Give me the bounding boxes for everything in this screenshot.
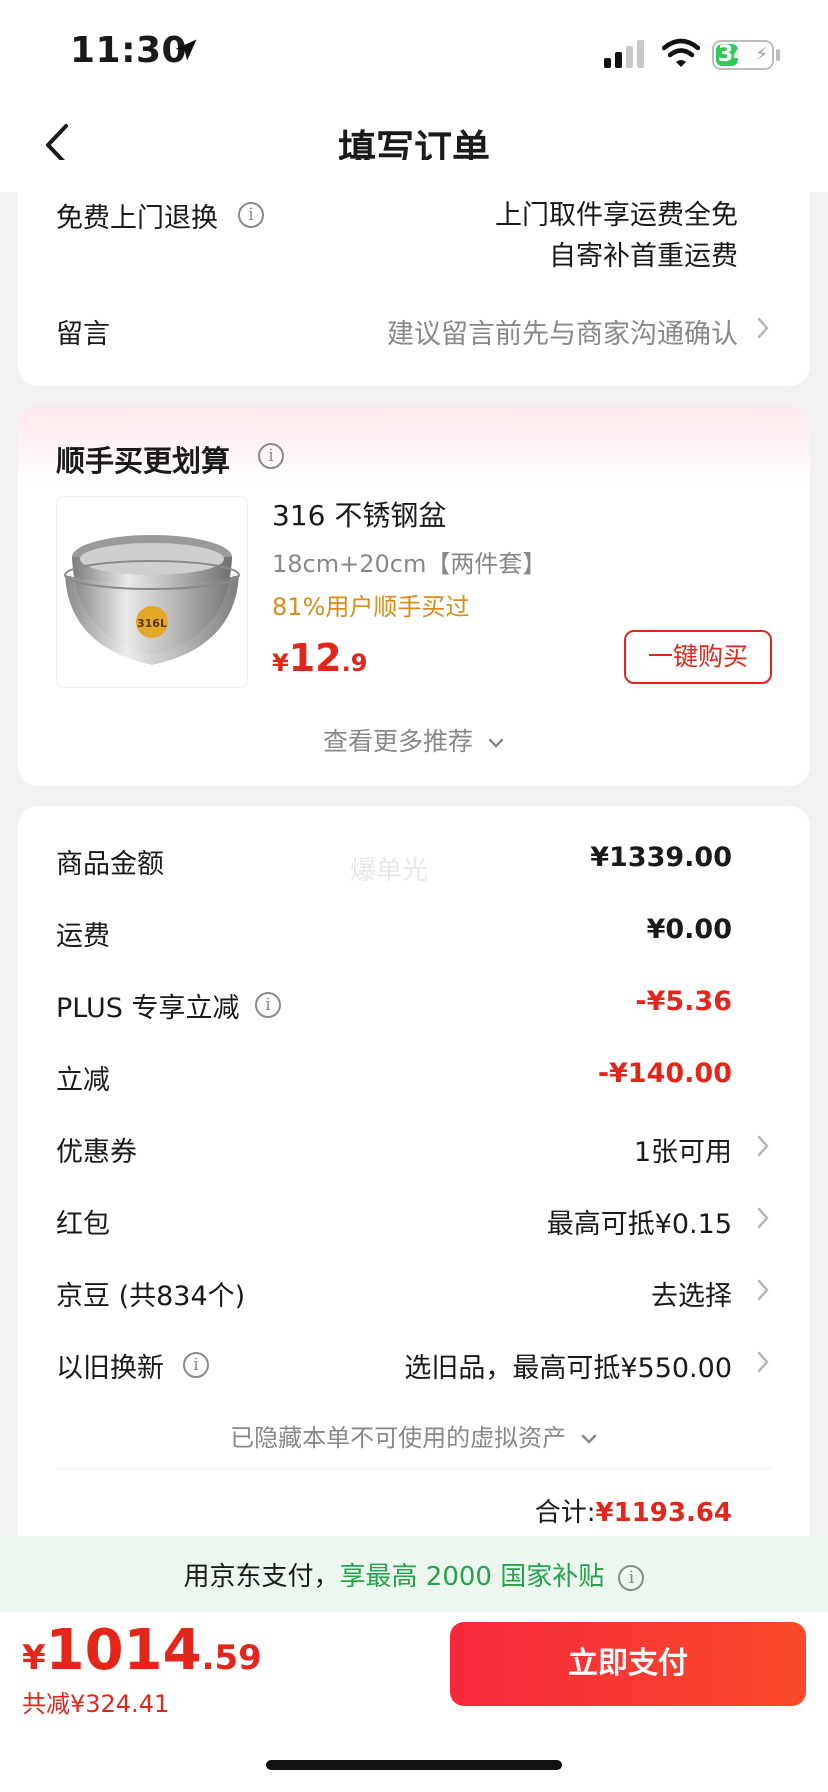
plus-discount-value: -¥5.36 xyxy=(635,986,732,1017)
price-integer: 12 xyxy=(288,636,342,680)
info-icon[interactable]: i xyxy=(618,1564,645,1591)
battery-cap xyxy=(776,49,780,61)
info-icon[interactable]: i xyxy=(258,443,284,469)
status-time: 11:30 xyxy=(70,30,188,71)
total-label: 合计: xyxy=(534,1498,596,1528)
battery-icon: 34 ⚡ xyxy=(712,40,774,70)
goods-amount-value: ¥1339.00 xyxy=(590,842,732,873)
product-price: ¥12.9 xyxy=(272,636,367,680)
chevron-right-icon[interactable] xyxy=(756,316,770,340)
product-name[interactable]: 316 不锈钢盆 xyxy=(272,494,446,534)
product-spec: 18cm+20cm【两件套】 xyxy=(272,550,547,578)
final-price: ¥1014.59 xyxy=(22,1618,262,1683)
steel-bowl-image: 316L xyxy=(64,535,240,665)
total-row: 合计:¥1193.64 xyxy=(420,1492,732,1529)
price-decimal: .9 xyxy=(341,649,368,677)
wifi-icon xyxy=(662,38,700,67)
price-symbol: ¥ xyxy=(272,649,289,677)
info-icon[interactable]: i xyxy=(255,992,281,1018)
divider xyxy=(56,1468,772,1469)
total-saved: 共减¥324.41 xyxy=(22,1690,170,1718)
chevron-right-icon[interactable] xyxy=(756,1134,770,1158)
jd-pay-subsidy: 享最高 2000 国家补贴 xyxy=(339,1562,605,1592)
shipping-label: 运费 xyxy=(56,921,110,952)
hidden-assets-label: 已隐藏本单不可使用的虚拟资产 xyxy=(230,1424,567,1452)
product-image[interactable]: 316L xyxy=(56,496,248,688)
chevron-right-icon[interactable] xyxy=(756,1278,770,1302)
coupon-label: 优惠券 xyxy=(56,1137,137,1168)
plus-discount-label: PLUS 专享立减 xyxy=(56,993,240,1024)
final-price-symbol: ¥ xyxy=(22,1638,46,1678)
svg-text:316L: 316L xyxy=(137,617,167,630)
hidden-assets-toggle[interactable]: 已隐藏本单不可使用的虚拟资产 xyxy=(0,1418,828,1453)
battery-level: 34 xyxy=(718,42,749,67)
jd-beans-value[interactable]: 去选择 xyxy=(420,1274,732,1313)
pay-now-button[interactable]: 立即支付 xyxy=(450,1622,806,1706)
red-packet-value[interactable]: 最高可抵¥0.15 xyxy=(420,1202,732,1241)
cellular-signal-icon xyxy=(604,40,644,68)
shipping-value: ¥0.00 xyxy=(646,914,732,945)
jd-beans-label: 京豆 (共834个) xyxy=(56,1281,246,1312)
jd-pay-text: 用京东支付，享最高 2000 国家补贴 i xyxy=(0,1556,828,1593)
trade-in-value[interactable]: 选旧品，最高可抵¥550.00 xyxy=(330,1346,732,1385)
info-icon[interactable]: i xyxy=(183,1352,209,1378)
chevron-right-icon[interactable] xyxy=(756,1350,770,1374)
total-value: ¥1193.64 xyxy=(595,1498,732,1528)
instant-discount-value: -¥140.00 xyxy=(597,1058,732,1089)
message-input[interactable]: 建议留言前先与商家沟通确认 xyxy=(320,312,738,351)
watermark-text: 爆单光 xyxy=(350,856,429,886)
info-icon[interactable]: i xyxy=(238,202,264,228)
home-indicator xyxy=(266,1760,562,1770)
product-tag: 81%用户顺手买过 xyxy=(272,593,470,621)
trade-in-label: 以旧换新 xyxy=(56,1353,164,1384)
free-return-line2: 自寄补首重运费 xyxy=(549,241,738,272)
location-arrow-icon xyxy=(175,39,197,61)
chevron-right-icon[interactable] xyxy=(756,1206,770,1230)
one-click-buy-button[interactable]: 一键购买 xyxy=(624,630,772,684)
chevron-down-icon xyxy=(488,738,504,748)
chevron-down-icon xyxy=(581,1434,597,1444)
free-return-line1: 上门取件享运费全免 xyxy=(495,200,738,231)
more-recommend-link[interactable]: 查看更多推荐 xyxy=(0,722,828,758)
free-return-label: 免费上门退换 xyxy=(56,203,218,234)
message-label: 留言 xyxy=(56,319,110,350)
goods-amount-label: 商品金额 xyxy=(56,849,164,880)
coupon-value[interactable]: 1张可用 xyxy=(420,1130,732,1169)
recommend-title: 顺手买更划算 xyxy=(56,444,231,478)
red-packet-label: 红包 xyxy=(56,1209,110,1240)
more-recommend-label: 查看更多推荐 xyxy=(323,727,474,756)
final-price-decimal: .59 xyxy=(201,1638,262,1678)
final-price-integer: 1014 xyxy=(45,1618,202,1683)
jd-pay-prefix: 用京东支付， xyxy=(183,1562,340,1592)
instant-discount-label: 立减 xyxy=(56,1065,110,1096)
